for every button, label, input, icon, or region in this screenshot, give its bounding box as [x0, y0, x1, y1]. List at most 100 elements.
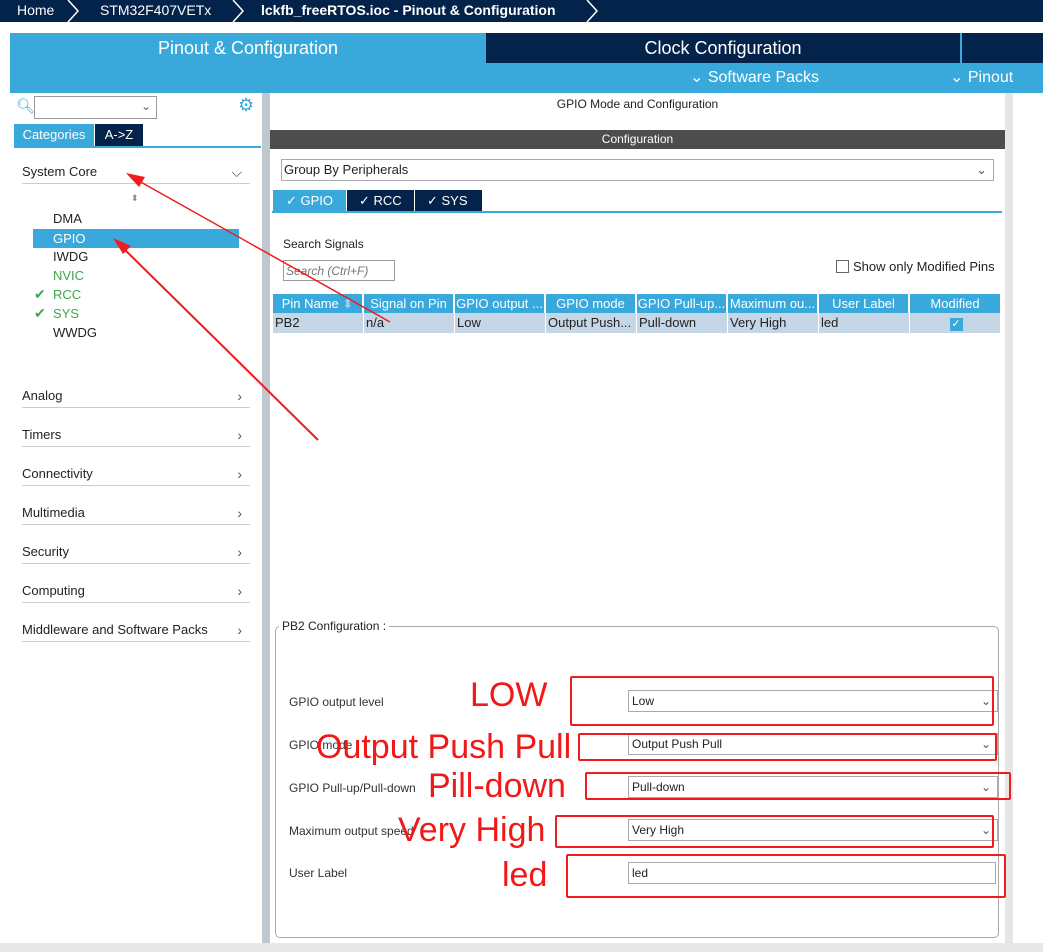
annotation-very-high: Very High [398, 811, 546, 849]
col-modified[interactable]: Modified [910, 294, 1001, 313]
chevron-right-icon: › [237, 466, 242, 482]
cell-signal[interactable]: n/a [364, 313, 455, 333]
search-signals-label: Search Signals [283, 237, 364, 251]
category-label: Timers [22, 427, 62, 442]
breadcrumb-project[interactable]: lckfb_freeRTOS.ioc - Pinout & Configurat… [261, 0, 556, 22]
search-signals-input[interactable] [283, 260, 395, 281]
breadcrumb-mcu[interactable]: STM32F407VETx [100, 0, 211, 22]
check-circle-icon: ✓ [286, 193, 301, 208]
cell-modified[interactable]: ✓ [910, 313, 1001, 333]
tab-a-z[interactable]: A->Z [95, 124, 143, 146]
tab-categories[interactable]: Categories [14, 124, 94, 146]
category-timers[interactable]: Timers › [22, 420, 250, 447]
annotation-box [570, 676, 994, 726]
chevron-down-icon: ⌵ [231, 164, 242, 180]
sort-icon[interactable]: ⬍ [131, 193, 139, 204]
cell-mode[interactable]: Output Push... [546, 313, 637, 333]
chevron-right-icon: › [237, 622, 242, 638]
col-gpio-mode[interactable]: GPIO mode [546, 294, 636, 313]
chevron-right-icon: › [237, 544, 242, 560]
col-pin-name[interactable]: Pin Name ⬍ [273, 294, 363, 313]
col-signal[interactable]: Signal on Pin [364, 294, 454, 313]
item-sys[interactable]: SYS [33, 304, 239, 323]
tab-extra[interactable] [962, 33, 1043, 63]
gear-icon[interactable]: ⚙ [238, 95, 254, 116]
scrollbar[interactable] [1005, 93, 1013, 943]
panel-header: GPIO Mode and Configuration [556, 97, 719, 111]
cell-pull[interactable]: Pull-down [637, 313, 728, 333]
sort-icon: ⬍ [342, 296, 354, 311]
pin-config-title: PB2 Configuration : [279, 619, 390, 633]
cell-pin[interactable]: PB2 [273, 313, 364, 333]
category-label: Middleware and Software Packs [22, 622, 208, 637]
chevron-right-icon: › [237, 505, 242, 521]
field-label: Maximum output speed [289, 824, 414, 838]
field-label: GPIO output level [289, 695, 384, 709]
category-computing[interactable]: Computing › [22, 576, 250, 603]
tab-underline [14, 146, 261, 148]
category-label: Multimedia [22, 505, 85, 520]
tab-underline [272, 211, 1002, 213]
item-dma[interactable]: DMA [33, 209, 239, 228]
item-iwdg[interactable]: IWDG [33, 247, 239, 266]
chevron-down-icon: ⌄ [950, 69, 968, 86]
show-modified-checkbox[interactable] [836, 260, 849, 273]
tab-sys[interactable]: ✓ SYS [415, 190, 482, 211]
chevron-right-icon: › [237, 427, 242, 443]
pinout-menu[interactable]: ⌄ Pinout [950, 63, 1013, 93]
chevron-down-icon: ⌄ [140, 99, 151, 113]
item-gpio[interactable]: GPIO [33, 229, 239, 248]
item-wwdg[interactable]: WWDG [33, 323, 239, 342]
annotation-pull-down: Pill-down [428, 767, 566, 805]
item-rcc[interactable]: RCC [33, 285, 239, 304]
search-icon: 🔍︎ [16, 98, 36, 115]
category-label: Security [22, 544, 69, 559]
chevron-right-icon [586, 0, 599, 22]
category-label: Computing [22, 583, 85, 598]
chevron-down-icon: ⌄ [976, 162, 987, 177]
group-by-select[interactable]: Group By Peripherals ⌄ [281, 159, 994, 181]
category-search-combo[interactable]: ⌄ [34, 96, 157, 119]
col-pull[interactable]: GPIO Pull-up... [637, 294, 727, 313]
status-strip [0, 943, 1043, 952]
tab-clock-configuration[interactable]: Clock Configuration [486, 33, 960, 63]
field-label: User Label [289, 866, 348, 880]
item-nvic[interactable]: NVIC [33, 266, 239, 285]
category-analog[interactable]: Analog › [22, 381, 250, 408]
check-circle-icon: ✓ [427, 193, 442, 208]
panel-splitter[interactable] [262, 93, 270, 943]
annotation-led: led [502, 856, 548, 894]
breadcrumb-home[interactable]: Home [17, 0, 54, 22]
check-circle-icon: ✓ [359, 193, 374, 208]
category-label: System Core [22, 164, 98, 179]
configuration-title: Configuration [270, 130, 1005, 149]
col-user-label[interactable]: User Label [819, 294, 909, 313]
col-max-speed[interactable]: Maximum ou... [728, 294, 818, 313]
chevron-right-icon [232, 0, 245, 22]
chevron-right-icon: › [237, 388, 242, 404]
annotation-output-push-pull: Output Push Pull [316, 728, 572, 766]
cell-user-label[interactable]: led [819, 313, 910, 333]
chevron-right-icon [67, 0, 80, 22]
checkbox-checked-icon[interactable]: ✓ [949, 318, 963, 331]
chevron-right-icon: › [237, 583, 242, 599]
pin-table: Pin Name ⬍ Signal on Pin GPIO output ...… [273, 294, 1001, 334]
show-modified-label: Show only Modified Pins [853, 259, 995, 274]
breadcrumb-bar: Home STM32F407VETx lckfb_freeRTOS.ioc - … [0, 0, 1043, 22]
category-middleware[interactable]: Middleware and Software Packs › [22, 615, 250, 642]
categories-panel: 🔍︎ ⌄ ⚙ Categories A->Z System Core ⌵ ⬍ DM… [10, 93, 262, 943]
chevron-down-icon: ⌄ [690, 69, 708, 86]
category-security[interactable]: Security › [22, 537, 250, 564]
col-output-level[interactable]: GPIO output ... [455, 294, 545, 313]
tab-pinout-configuration[interactable]: Pinout & Configuration [10, 33, 486, 63]
software-packs-menu[interactable]: ⌄ Software Packs [690, 63, 819, 93]
category-connectivity[interactable]: Connectivity › [22, 459, 250, 486]
tab-rcc[interactable]: ✓ RCC [347, 190, 414, 211]
annotation-box [566, 854, 1006, 898]
annotation-box [555, 815, 994, 848]
category-multimedia[interactable]: Multimedia › [22, 498, 250, 525]
category-system-core[interactable]: System Core ⌵ [22, 157, 250, 184]
cell-output-level[interactable]: Low [455, 313, 546, 333]
cell-speed[interactable]: Very High [728, 313, 819, 333]
tab-gpio[interactable]: ✓ GPIO [273, 190, 346, 211]
